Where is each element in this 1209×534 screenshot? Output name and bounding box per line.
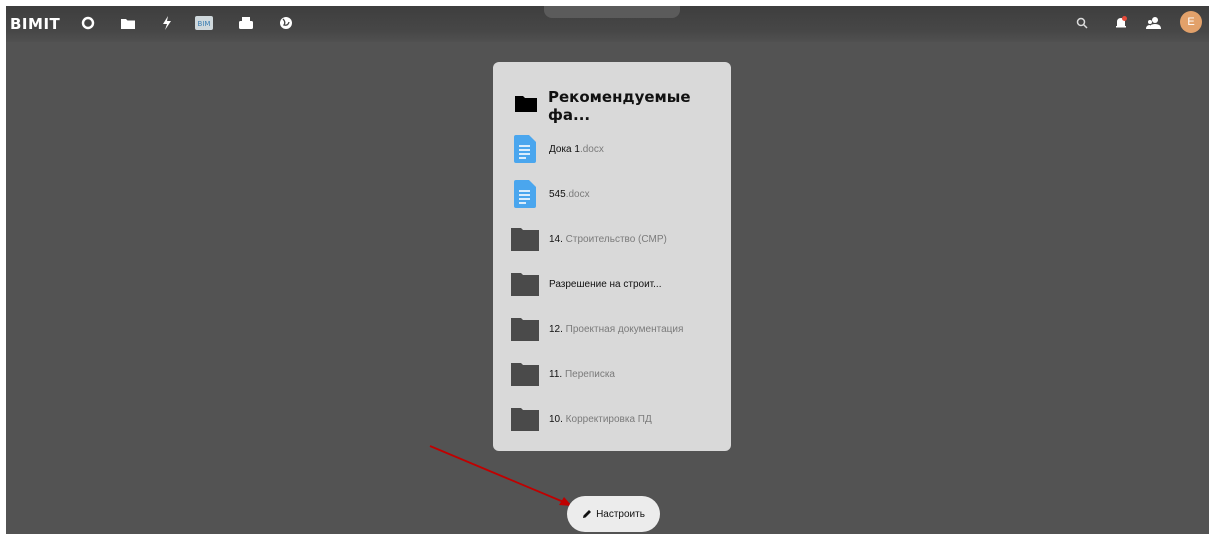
file-item[interactable]: Дока 1.docx: [511, 134, 721, 164]
lightning-icon[interactable]: [157, 13, 177, 33]
folder-item[interactable]: 11. Переписка: [511, 359, 721, 389]
folder-item[interactable]: Разрешение на строит...: [511, 269, 721, 299]
bim-icon[interactable]: BIM: [194, 13, 214, 33]
folder-name: 14. Строительство (СМР): [549, 233, 667, 245]
pencil-icon: [583, 510, 592, 518]
file-name: 545.docx: [549, 188, 590, 200]
folder-item[interactable]: 10. Корректировка ПД: [511, 404, 721, 434]
folder-icon: [515, 95, 537, 117]
file-item[interactable]: 545.docx: [511, 179, 721, 209]
folder-item[interactable]: 12. Проектная документация: [511, 314, 721, 344]
configure-button-label: Настроить: [596, 508, 645, 520]
folder-icon: [511, 314, 539, 344]
folder-name: 12. Проектная документация: [549, 323, 684, 335]
folder-name: Разрешение на строит...: [549, 278, 662, 290]
file-name: Дока 1.docx: [549, 143, 604, 155]
configure-button[interactable]: Настроить: [567, 496, 660, 532]
svg-text:BIM: BIM: [198, 20, 211, 28]
top-center-tab[interactable]: [544, 6, 680, 18]
users-icon[interactable]: [1144, 13, 1164, 33]
folder-name: 10. Корректировка ПД: [549, 413, 652, 425]
folder-icon: [511, 269, 539, 299]
avatar[interactable]: E: [1180, 11, 1202, 33]
circle-icon[interactable]: [78, 13, 98, 33]
logo[interactable]: BIMIT: [10, 15, 60, 33]
card-header: Рекомендуемые фа...: [515, 88, 731, 124]
globe-icon[interactable]: [276, 13, 296, 33]
doc-icon: [511, 179, 539, 209]
search-icon[interactable]: [1072, 13, 1092, 33]
printer-icon[interactable]: [236, 13, 256, 33]
app-window: BIMIT BIM E Рекомендуемые фа... Дока 1.d…: [6, 6, 1209, 534]
recommended-files-card: Рекомендуемые фа... Дока 1.docx 545.docx…: [493, 62, 731, 451]
bell-icon[interactable]: [1111, 13, 1131, 33]
folder-icon: [511, 224, 539, 254]
top-bar: BIMIT BIM E: [6, 6, 1209, 42]
doc-icon: [511, 134, 539, 164]
folder-item[interactable]: 14. Строительство (СМР): [511, 224, 721, 254]
folder-name: 11. Переписка: [549, 368, 615, 380]
folder-icon: [511, 404, 539, 434]
card-title: Рекомендуемые фа...: [548, 88, 691, 124]
folder-icon[interactable]: [118, 13, 138, 33]
folder-icon: [511, 359, 539, 389]
